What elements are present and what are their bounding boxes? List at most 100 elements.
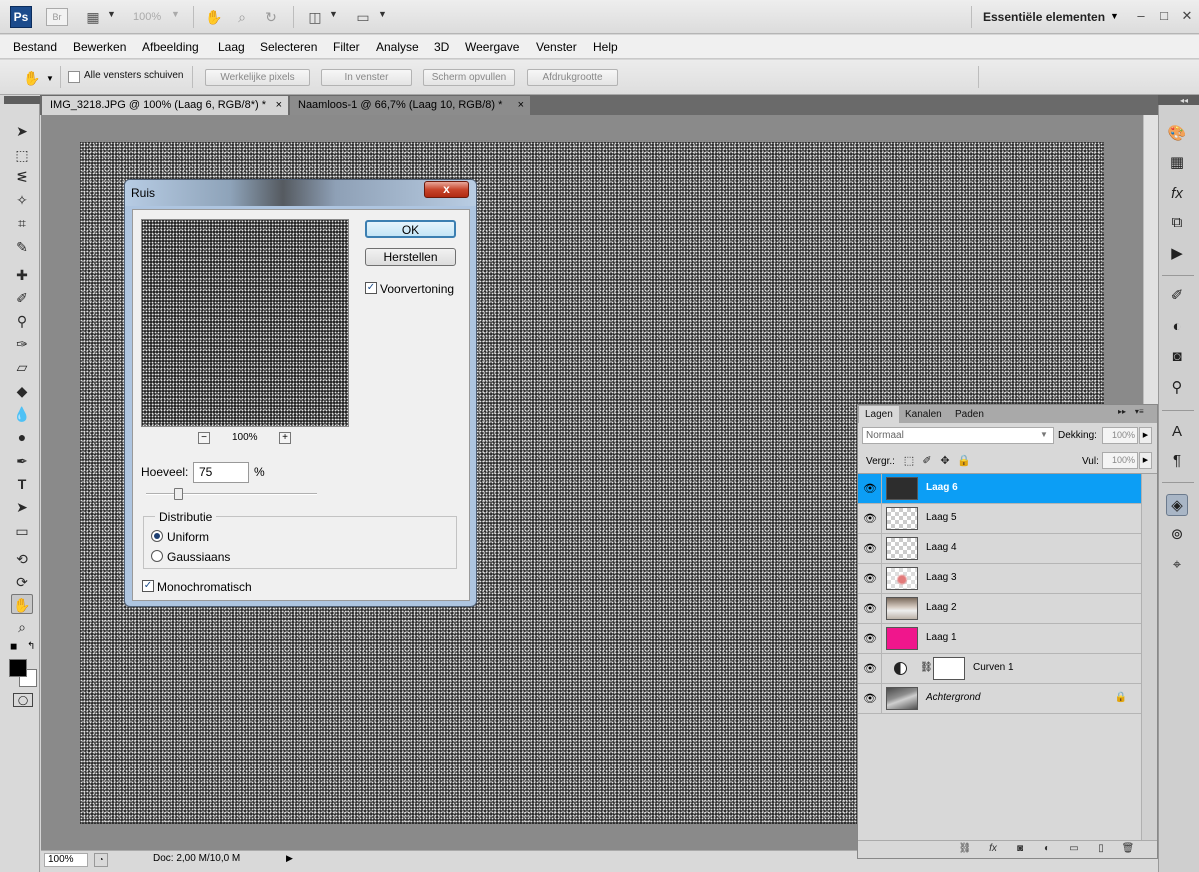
status-menu-arrow-icon[interactable]: ▶	[286, 853, 296, 867]
screen-mode-icon[interactable]: ▭	[354, 8, 372, 26]
menu-bestand[interactable]: Bestand	[13, 40, 57, 54]
path-selection-tool-icon[interactable]: ➤	[11, 497, 33, 517]
layer-row-laag-2[interactable]: 👁 Laag 2	[858, 594, 1141, 624]
visibility-toggle[interactable]: 👁	[858, 594, 882, 623]
color-panel-icon[interactable]: 🎨	[1166, 123, 1188, 145]
lock-position-icon[interactable]: ✥	[939, 454, 951, 468]
document-tab-img3218[interactable]: IMG_3218.JPG @ 100% (Laag 6, RGB/8*) * ×	[42, 96, 288, 115]
visibility-toggle[interactable]: 👁	[858, 534, 882, 563]
view-extras-icon[interactable]: ▦	[84, 8, 102, 26]
clone-source-panel-icon[interactable]: ⚲	[1166, 377, 1188, 399]
zoom-tool-icon[interactable]: ⌕	[233, 8, 251, 26]
tab-paden[interactable]: Paden	[949, 406, 990, 423]
hand-tool-preset-icon[interactable]: ✋	[18, 68, 46, 88]
swatches-panel-icon[interactable]: ▦	[1166, 152, 1188, 174]
quick-mask-icon[interactable]: ◯	[13, 693, 33, 707]
dialog-close-button[interactable]: x	[424, 181, 469, 198]
tab-kanalen[interactable]: Kanalen	[899, 406, 948, 423]
close-button[interactable]: ✕	[1179, 8, 1195, 24]
chevron-down-icon[interactable]: ▼	[1110, 11, 1119, 21]
minimize-button[interactable]: –	[1133, 8, 1149, 24]
amount-slider-track[interactable]	[146, 493, 317, 495]
visibility-toggle[interactable]: 👁	[858, 654, 882, 683]
lock-transparency-icon[interactable]: ⬚	[903, 454, 915, 468]
filter-preview[interactable]	[141, 219, 349, 427]
magic-wand-tool-icon[interactable]: ✧	[11, 190, 33, 210]
scroll-all-windows-checkbox[interactable]	[68, 71, 80, 83]
zoom-tool-icon[interactable]: ⌕	[11, 617, 33, 637]
expand-panels-icon[interactable]: ◂◂	[1180, 96, 1188, 105]
visibility-toggle[interactable]: 👁	[858, 474, 882, 503]
menu-venster[interactable]: Venster	[536, 40, 577, 54]
maximize-button[interactable]: □	[1156, 8, 1172, 24]
paint-bucket-tool-icon[interactable]: ◆	[11, 381, 33, 401]
actual-pixels-button[interactable]: Werkelijke pixels	[205, 69, 310, 86]
blend-mode-select[interactable]: Normaal	[862, 427, 1054, 444]
link-layers-icon[interactable]: ⛓	[958, 842, 972, 856]
close-icon[interactable]: ×	[276, 96, 282, 115]
bridge-launch-button[interactable]: Br	[46, 8, 68, 26]
fill-slider-toggle[interactable]: ▶	[1139, 452, 1152, 469]
arrange-documents-icon[interactable]: ◫	[306, 8, 324, 26]
crop-tool-icon[interactable]: ⌗	[11, 213, 33, 233]
delete-layer-icon[interactable]: 🗑	[1121, 842, 1135, 856]
opacity-slider-toggle[interactable]: ▶	[1139, 427, 1152, 444]
chevron-down-icon[interactable]: ▼	[171, 9, 180, 19]
visibility-toggle[interactable]: 👁	[858, 684, 882, 713]
panel-menu-icon[interactable]: ▸▸ ▾≡	[1118, 407, 1144, 416]
document-tab-naamloos[interactable]: Naamloos-1 @ 66,7% (Laag 10, RGB/8) * ×	[290, 96, 530, 115]
healing-brush-tool-icon[interactable]: ✚	[11, 265, 33, 285]
paragraph-panel-icon[interactable]: ¶	[1166, 450, 1188, 472]
actions-panel-icon[interactable]: ▶	[1166, 243, 1188, 265]
swap-colors-icon[interactable]: ↰	[27, 641, 35, 652]
channels-panel-icon[interactable]: ⊚	[1166, 524, 1188, 546]
marquee-tool-icon[interactable]: ⬚	[11, 145, 33, 165]
status-info-icon[interactable]: ◔	[94, 853, 108, 867]
preview-checkbox[interactable]: ✓	[365, 282, 377, 294]
3d-orbit-tool-icon[interactable]: ⟳	[11, 572, 33, 592]
foreground-color-swatch[interactable]	[9, 659, 27, 677]
menu-3d[interactable]: 3D	[434, 40, 449, 54]
menu-filter[interactable]: Filter	[333, 40, 360, 54]
rotate-view-icon[interactable]: ↻	[262, 8, 280, 26]
toolbox-collapse-bar[interactable]	[4, 96, 40, 104]
eyedropper-tool-icon[interactable]: ✎	[11, 237, 33, 257]
lock-pixels-icon[interactable]: ✐	[921, 454, 933, 468]
menu-laag[interactable]: Laag	[218, 40, 245, 54]
styles-panel-icon[interactable]: fx	[1166, 183, 1188, 205]
character-panel-icon[interactable]: A	[1166, 421, 1188, 443]
hand-tool-icon[interactable]: ✋	[11, 594, 33, 614]
amount-input[interactable]: 75	[193, 462, 249, 483]
chevron-down-icon[interactable]: ▼	[1040, 430, 1048, 439]
chevron-down-icon[interactable]: ▼	[329, 9, 338, 19]
new-group-icon[interactable]: ▭	[1067, 842, 1081, 856]
visibility-toggle[interactable]: 👁	[858, 624, 882, 653]
layers-panel-icon[interactable]: ◈	[1166, 494, 1188, 516]
gaussian-radio[interactable]	[151, 550, 163, 562]
chevron-down-icon[interactable]: ▼	[107, 9, 116, 19]
fill-field[interactable]: 100%	[1102, 452, 1138, 469]
monochromatic-checkbox[interactable]: ✓	[142, 580, 154, 592]
layer-row-laag-6[interactable]: 👁 Laag 6	[858, 474, 1141, 504]
new-layer-icon[interactable]: ▯	[1094, 842, 1108, 856]
pen-tool-icon[interactable]: ✒	[11, 451, 33, 471]
menu-afbeelding[interactable]: Afbeelding	[142, 40, 199, 54]
menu-bewerken[interactable]: Bewerken	[73, 40, 126, 54]
layer-row-laag-3[interactable]: 👁 Laag 3	[858, 564, 1141, 594]
lasso-tool-icon[interactable]: ᓬ	[11, 167, 33, 187]
menu-weergave[interactable]: Weergave	[465, 40, 519, 54]
link-chain-icon[interactable]: ⛓	[920, 662, 933, 673]
blur-tool-icon[interactable]: 💧	[11, 404, 33, 424]
print-size-button[interactable]: Afdrukgrootte	[527, 69, 618, 86]
brush-tool-icon[interactable]: ✐	[11, 288, 33, 308]
menu-help[interactable]: Help	[593, 40, 618, 54]
type-tool-icon[interactable]: T	[11, 474, 33, 494]
masks-panel-icon[interactable]: ◙	[1166, 346, 1188, 368]
eraser-tool-icon[interactable]: ▱	[11, 357, 33, 377]
3d-rotate-tool-icon[interactable]: ⟲	[11, 549, 33, 569]
fit-screen-button[interactable]: In venster	[321, 69, 412, 86]
tab-lagen[interactable]: Lagen	[859, 406, 899, 423]
layer-row-laag-1[interactable]: 👁 Laag 1	[858, 624, 1141, 654]
visibility-toggle[interactable]: 👁	[858, 564, 882, 593]
menu-analyse[interactable]: Analyse	[376, 40, 419, 54]
